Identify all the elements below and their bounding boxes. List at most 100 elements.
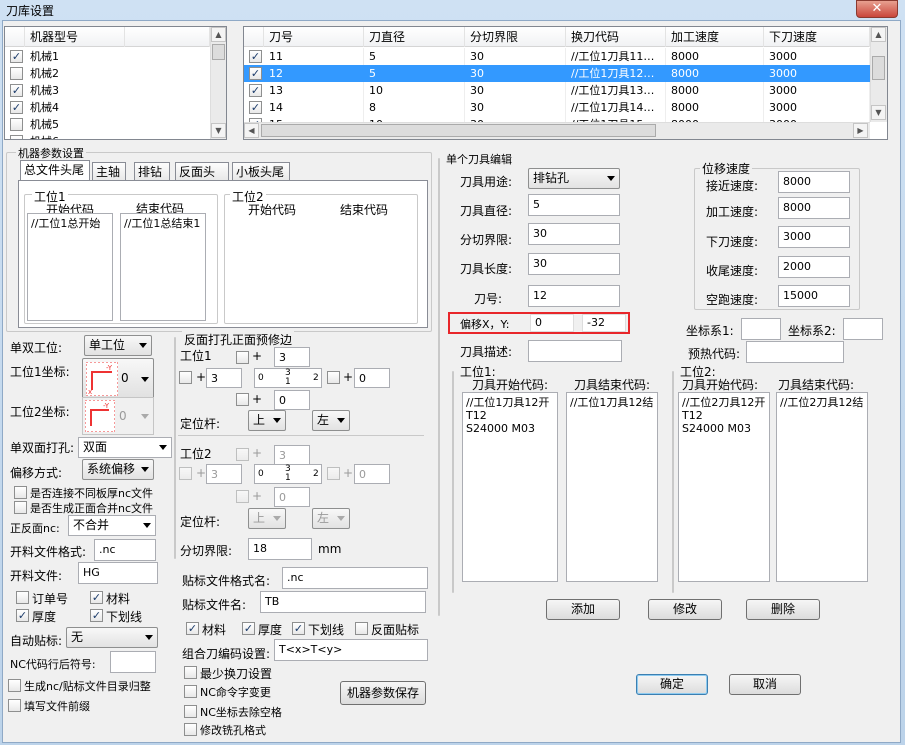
station1-start-code[interactable]: //工位1总开始: [27, 213, 113, 321]
rev2-bottom-checkbox[interactable]: [236, 490, 249, 503]
tool-checkbox[interactable]: ✓: [249, 101, 262, 114]
tool-s2-start-code[interactable]: //工位2刀具12开 T12 S24000 M03: [678, 392, 770, 582]
nc-suffix-input[interactable]: [110, 651, 156, 673]
rev2-bottom-input[interactable]: 0: [274, 487, 310, 507]
machine-checkbox[interactable]: [10, 118, 23, 131]
modify-button[interactable]: 修改: [648, 599, 722, 620]
fill-prefix-checkbox[interactable]: [8, 699, 21, 712]
rod2-select-a[interactable]: 上: [248, 508, 286, 529]
tab-spindle[interactable]: 主轴: [92, 162, 126, 182]
tab-reverse-header[interactable]: 反面头尾: [175, 162, 229, 197]
machine-list-item[interactable]: ✓ 机械3: [5, 82, 210, 99]
offset-mode-select[interactable]: 系统偏移: [82, 459, 154, 480]
material-checkbox[interactable]: ✓: [90, 591, 103, 604]
save-params-button[interactable]: 机器参数保存: [340, 681, 426, 705]
tool-use-select[interactable]: 排钻孔: [528, 168, 620, 189]
label-reverse-checkbox[interactable]: [355, 622, 368, 635]
label-name-input[interactable]: TB: [260, 591, 426, 613]
delete-button[interactable]: 删除: [746, 599, 820, 620]
machine-model-column[interactable]: 机器型号: [25, 27, 125, 47]
rev2-right-checkbox[interactable]: [327, 467, 340, 480]
rev1-bottom-input[interactable]: 0: [274, 390, 310, 410]
coord2-select[interactable]: -Y 0: [82, 397, 154, 435]
tool-list-hscroll[interactable]: ◀ ▶: [244, 122, 870, 139]
tab-drill[interactable]: 排钻: [134, 162, 170, 182]
offset-y-input[interactable]: -32: [582, 314, 626, 332]
underline-checkbox[interactable]: ✓: [90, 609, 103, 622]
rev2-grid[interactable]: 0312: [254, 464, 322, 484]
cancel-button[interactable]: 取消: [729, 674, 801, 695]
machine-list-item[interactable]: 机械6: [5, 133, 210, 139]
auto-label-select[interactable]: 无: [66, 627, 158, 648]
tool-list-vscroll[interactable]: ▲ ▼: [870, 27, 887, 122]
down-speed-input[interactable]: 3000: [778, 226, 850, 248]
tab-small-board[interactable]: 小板头尾: [232, 162, 290, 182]
machine-checkbox[interactable]: ✓: [10, 84, 23, 97]
tool-row[interactable]: ✓ 13 10 30//工位1刀具13… 8000 3000: [244, 82, 870, 99]
connect-nc-checkbox[interactable]: [14, 486, 27, 499]
process-speed-input[interactable]: 8000: [778, 197, 850, 219]
tool-s1-end-code[interactable]: //工位1刀具12结: [566, 392, 658, 582]
rev1-left-checkbox[interactable]: [179, 371, 192, 384]
double-station-select[interactable]: 单工位: [84, 335, 152, 356]
rev2-left-input[interactable]: 3: [206, 464, 242, 484]
col-down-speed[interactable]: 下刀速度: [764, 27, 870, 47]
rev1-right-checkbox[interactable]: [327, 371, 340, 384]
tool-row[interactable]: ✓ 11 5 30//工位1刀具11… 8000 3000: [244, 48, 870, 65]
machine-checkbox[interactable]: ✓: [10, 101, 23, 114]
rev1-right-input[interactable]: 0: [354, 368, 390, 388]
gen-dir-checkbox[interactable]: [8, 679, 21, 692]
combo-code-input[interactable]: T<x>T<y>: [274, 639, 428, 661]
rev2-left-checkbox[interactable]: [179, 467, 192, 480]
merge-select[interactable]: 不合并: [68, 515, 156, 536]
rev2-top-checkbox[interactable]: [236, 448, 249, 461]
rev1-grid[interactable]: 0312: [254, 368, 322, 388]
rev1-left-input[interactable]: 3: [206, 368, 242, 388]
machine-list[interactable]: 机器型号 ✓ 机械1 机械2 ✓ 机械3 ✓ 机械4 机械5 机械6 ▲ ▼: [4, 26, 227, 140]
idle-input[interactable]: 15000: [778, 285, 850, 307]
rev2-right-input[interactable]: 0: [354, 464, 390, 484]
tool-checkbox[interactable]: ✓: [249, 67, 262, 80]
machine-list-item[interactable]: 机械2: [5, 65, 210, 82]
rev1-top-checkbox[interactable]: [236, 351, 249, 364]
preheat-input[interactable]: [746, 341, 844, 363]
add-button[interactable]: 添加: [546, 599, 620, 620]
machine-checkbox[interactable]: ✓: [10, 50, 23, 63]
machine-checkbox[interactable]: [10, 67, 23, 80]
offset-x-input[interactable]: 0: [530, 314, 574, 332]
min-change-checkbox[interactable]: [184, 666, 197, 679]
col-tool-no[interactable]: 刀号: [264, 27, 364, 47]
rod2-select-b[interactable]: 左: [312, 508, 350, 529]
tool-row[interactable]: ✓ 14 8 30//工位1刀具14… 8000 3000: [244, 99, 870, 116]
thickness-checkbox[interactable]: ✓: [16, 609, 29, 622]
machine-list-item[interactable]: 机械5: [5, 116, 210, 133]
rod1-select-a[interactable]: 上: [248, 410, 286, 431]
station1-end-code[interactable]: //工位1总结束1: [120, 213, 206, 321]
col-code[interactable]: 换刀代码: [566, 27, 666, 47]
col-limit[interactable]: 分切界限: [465, 27, 566, 47]
tool-checkbox[interactable]: ✓: [249, 84, 262, 97]
nc-space-checkbox[interactable]: [184, 705, 197, 718]
tool-s2-end-code[interactable]: //工位2刀具12结: [776, 392, 868, 582]
tool-no-input[interactable]: 12: [528, 285, 620, 307]
label-underline-checkbox[interactable]: ✓: [292, 622, 305, 635]
tool-desc-input[interactable]: [528, 340, 622, 362]
col-speed[interactable]: 加工速度: [666, 27, 764, 47]
label-thickness-checkbox[interactable]: ✓: [242, 622, 255, 635]
rod1-select-b[interactable]: 左: [312, 410, 350, 431]
ok-button[interactable]: 确定: [636, 674, 708, 695]
coord1-select[interactable]: -Y x 0: [82, 358, 154, 400]
machine-list-item[interactable]: ✓ 机械1: [5, 48, 210, 65]
col-diameter[interactable]: 刀直径: [364, 27, 465, 47]
nc-cmd-checkbox[interactable]: [184, 685, 197, 698]
tab-file-header[interactable]: 总文件头尾: [20, 160, 90, 182]
label-material-checkbox[interactable]: ✓: [186, 622, 199, 635]
close-button[interactable]: ✕: [856, 0, 898, 18]
machine-list-scrollbar[interactable]: ▲ ▼: [210, 27, 226, 139]
approach-input[interactable]: 8000: [778, 171, 850, 193]
face-drill-select[interactable]: 双面: [78, 437, 172, 458]
merge-nc-checkbox[interactable]: [14, 501, 27, 514]
tool-length-input[interactable]: 30: [528, 253, 620, 275]
tool-s1-start-code[interactable]: //工位1刀具12开 T12 S24000 M03: [462, 392, 558, 582]
tool-dia-input[interactable]: 5: [528, 194, 620, 216]
